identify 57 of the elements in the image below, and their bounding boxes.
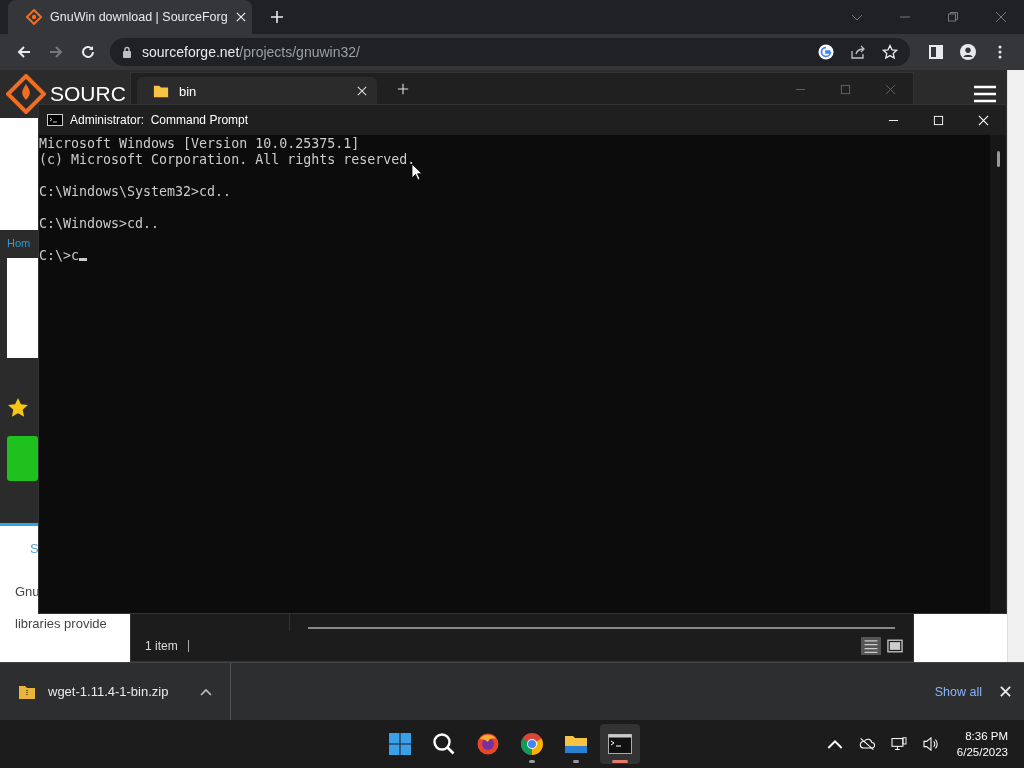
tiles-view-icon[interactable]: [885, 637, 905, 655]
star-icon[interactable]: [882, 44, 898, 60]
url-text: sourceforge.net/projects/gnuwin32/: [142, 44, 360, 60]
console-line: (c) Microsoft Corporation. All rights reserved.: [39, 152, 416, 168]
zip-folder-icon: [18, 683, 36, 700]
share-icon[interactable]: [850, 44, 866, 60]
show-all-link[interactable]: Show all: [934, 684, 982, 699]
breadcrumb-link[interactable]: Hom: [7, 237, 31, 249]
details-view-icon[interactable]: [861, 637, 881, 655]
console-line: C:\Windows\System32>cd..: [39, 184, 232, 200]
console-line: C:\>c: [39, 248, 80, 264]
network-icon[interactable]: [890, 737, 907, 751]
new-tab-icon[interactable]: [397, 83, 409, 95]
reload-icon[interactable]: [80, 44, 96, 60]
address-bar[interactable]: sourceforge.net/projects/gnuwin32/: [110, 38, 910, 66]
diamond-logo-icon: [26, 9, 42, 25]
chrome-icon: [520, 732, 544, 756]
caret-up-icon[interactable]: [200, 687, 213, 696]
diamond-logo-icon: [6, 74, 46, 114]
lock-icon: [122, 46, 132, 58]
volume-icon[interactable]: [922, 737, 939, 751]
scrollbar[interactable]: [308, 627, 895, 629]
console-line: Microsoft Windows [Version 10.0.25375.1]: [39, 136, 360, 152]
terminal-icon: [47, 114, 63, 126]
window-title: Administrator: Command Prompt: [70, 113, 249, 127]
text-cursor: [79, 258, 88, 261]
scrollbar[interactable]: [1007, 70, 1024, 662]
logo-text: SOURC: [50, 82, 126, 106]
menu-icon[interactable]: [973, 84, 997, 104]
search-icon: [432, 732, 456, 756]
status-text: 1 item: [145, 640, 189, 652]
terminal-icon: [608, 732, 632, 756]
profile-icon[interactable]: [960, 44, 976, 60]
tab-title: bin: [179, 83, 197, 99]
file-name: wget-1.11.4-1-bin.zip: [48, 684, 169, 699]
folder-icon: [153, 83, 169, 99]
back-icon[interactable]: [16, 44, 32, 60]
console-line: C:\Windows>cd..: [39, 216, 160, 232]
windows-logo-icon: [388, 732, 412, 756]
google-icon[interactable]: [818, 44, 834, 60]
description-text: libraries provide: [15, 616, 107, 631]
cloud-off-icon[interactable]: [858, 737, 875, 751]
browser-tab[interactable]: GnuWin download | SourceForg: [8, 0, 252, 34]
mouse-pointer-icon: [411, 163, 423, 181]
scrollbar-thumb[interactable]: [996, 151, 1000, 167]
date-text: 6/25/2023: [956, 745, 1008, 760]
explorer-tab[interactable]: bin: [137, 77, 377, 105]
new-tab-icon[interactable]: [270, 10, 284, 24]
fox-globe-icon: [476, 732, 500, 756]
time-text: 8:36 PM: [965, 729, 1008, 744]
tab-title: GnuWin download | SourceForg: [50, 10, 228, 24]
side-panel-icon[interactable]: [928, 44, 944, 60]
taskbar-app[interactable]: [600, 724, 640, 764]
forward-icon[interactable]: [48, 44, 64, 60]
star-icon: [7, 397, 29, 419]
clock[interactable]: 8:36 PM 6/25/2023: [956, 728, 1008, 760]
restore-icon[interactable]: [947, 11, 959, 23]
